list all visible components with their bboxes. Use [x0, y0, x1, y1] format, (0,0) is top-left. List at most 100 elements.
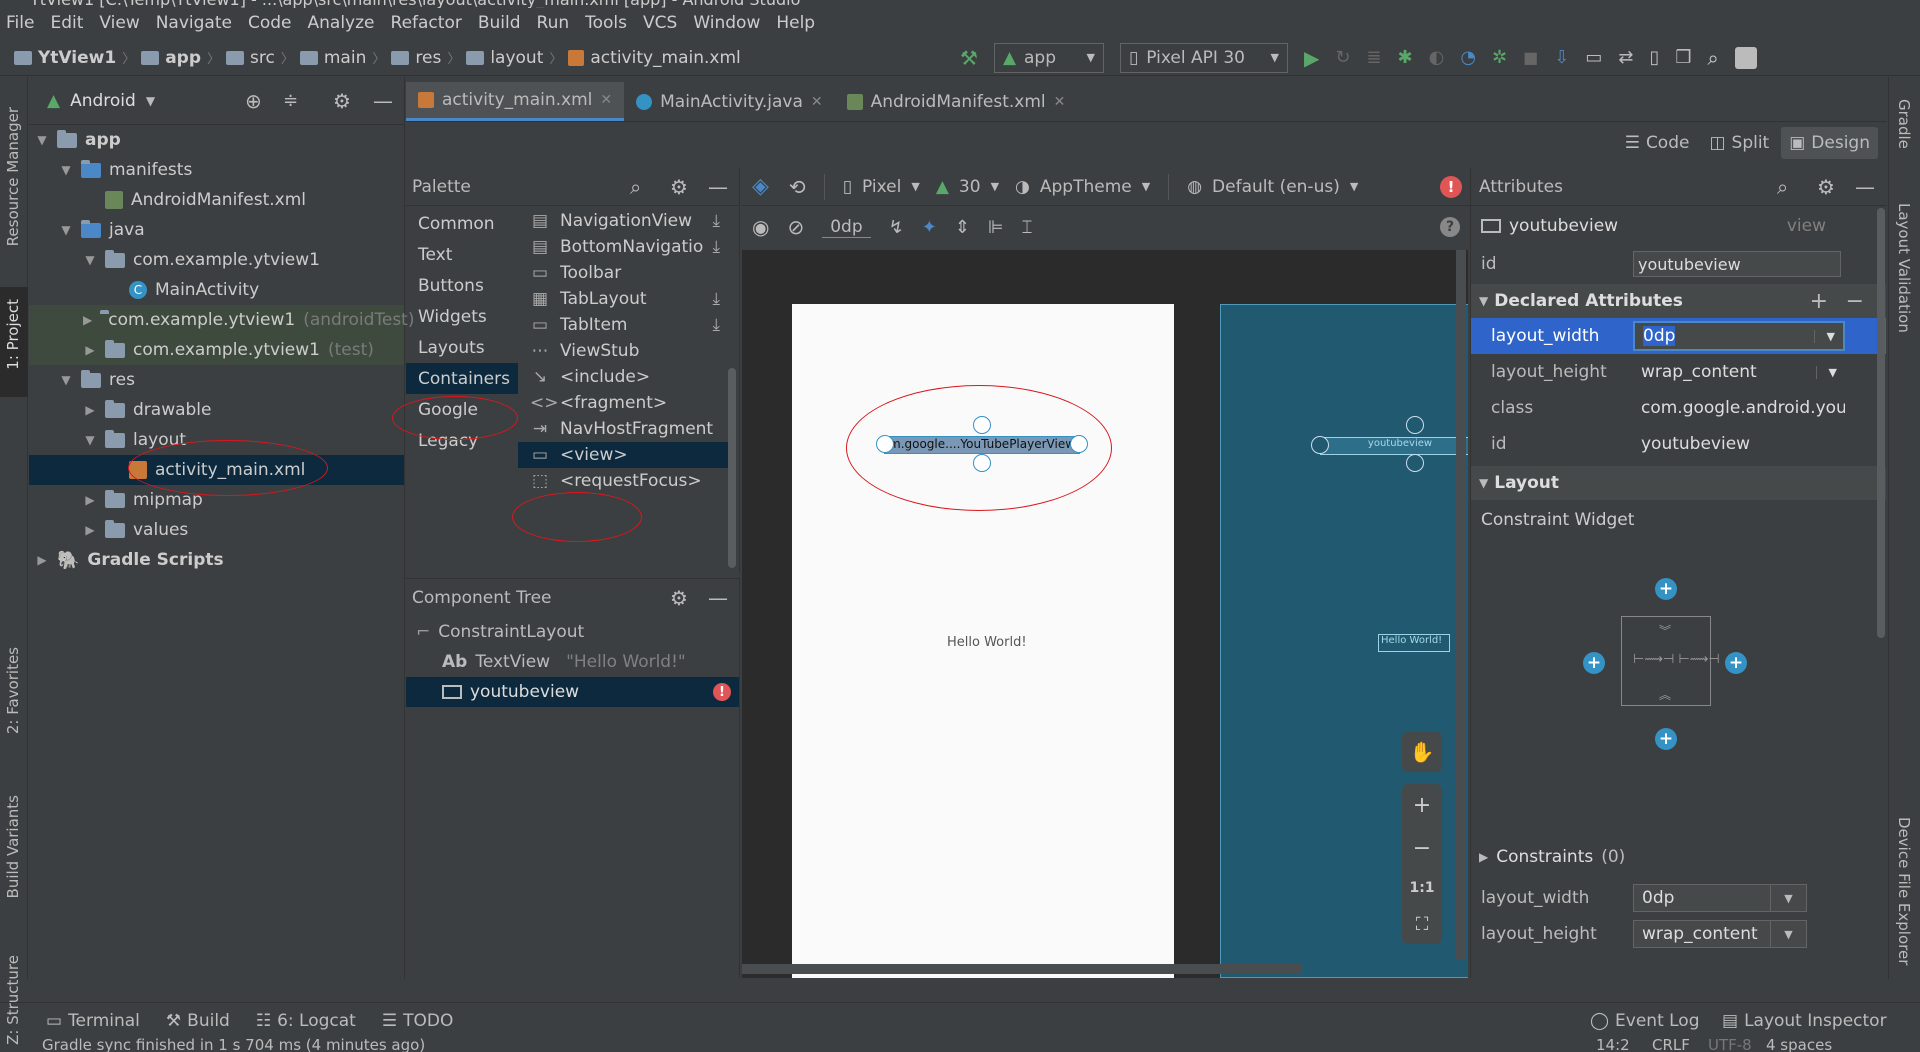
menu-refactor[interactable]: Refactor: [391, 13, 462, 33]
add-right-constraint-icon[interactable]: +: [1725, 652, 1747, 674]
attributes-scrollbar[interactable]: [1877, 208, 1885, 638]
palette-item-include[interactable]: ↘ <include>: [518, 364, 728, 390]
chevron-down-icon[interactable]: ▼: [1815, 365, 1837, 379]
declared-attr-class[interactable]: class com.google.android.youtub: [1471, 390, 1886, 426]
attach-debugger-icon[interactable]: ✲: [1492, 47, 1507, 68]
palette-category-layouts[interactable]: Layouts: [406, 332, 518, 363]
zoom-in-icon[interactable]: +: [1413, 793, 1431, 818]
search-everywhere-icon[interactable]: ⌕: [1708, 46, 1719, 70]
chevron-right-icon[interactable]: ▶: [83, 403, 97, 417]
tree-item-drawable[interactable]: ▶ drawable: [29, 395, 404, 425]
palette-scrollbar[interactable]: [728, 368, 736, 568]
caret-position[interactable]: 14:2: [1596, 1038, 1630, 1052]
id-input[interactable]: [1633, 251, 1841, 277]
menu-code[interactable]: Code: [248, 13, 292, 33]
palette-item-tablayout[interactable]: ▦ TabLayout ⤓: [518, 286, 728, 312]
favorites-tab[interactable]: 2: Favorites: [4, 647, 22, 734]
attr-value[interactable]: youtubeview: [1633, 429, 1845, 459]
palette-item-requestfocus[interactable]: ⬚ <requestFocus>: [518, 468, 728, 494]
tree-youtubeview[interactable]: youtubeview !: [406, 677, 739, 707]
build-variants-tab[interactable]: Build Variants: [4, 795, 22, 898]
device-file-explorer-tab[interactable]: Device File Explorer: [1895, 817, 1913, 965]
add-left-constraint-icon[interactable]: +: [1583, 652, 1605, 674]
download-icon[interactable]: ⤓: [712, 289, 720, 309]
tree-item-values[interactable]: ▶ values: [29, 515, 404, 545]
breadcrumb-item[interactable]: src: [250, 48, 275, 68]
blueprint-handle-bottom[interactable]: [1406, 454, 1424, 472]
attr-value[interactable]: com.google.android.youtub: [1633, 393, 1845, 423]
tree-item-com-example-ytview1[interactable]: ▶ com.example.ytview1 (androidTest): [29, 305, 414, 335]
gear-icon[interactable]: ⚙: [670, 586, 688, 610]
zoom-actual-size[interactable]: 1:1: [1409, 880, 1434, 896]
tree-item-res[interactable]: ▼ res: [29, 365, 404, 395]
close-icon[interactable]: ✕: [1054, 94, 1066, 110]
layout-validation-tab[interactable]: Layout Validation: [1895, 203, 1913, 333]
error-icon[interactable]: !: [1440, 175, 1462, 198]
line-separator[interactable]: CRLF: [1652, 1038, 1690, 1052]
download-icon[interactable]: ⤓: [712, 211, 720, 231]
apply-code-changes-icon[interactable]: ≣: [1366, 47, 1381, 68]
breadcrumb-item[interactable]: main: [324, 48, 366, 68]
debug-icon[interactable]: ✱: [1398, 47, 1413, 68]
chevron-down-icon[interactable]: ▼: [1770, 921, 1806, 947]
gradle-tab[interactable]: Gradle: [1895, 99, 1913, 149]
breadcrumb-item[interactable]: activity_main.xml: [590, 48, 740, 68]
add-bottom-constraint-icon[interactable]: +: [1655, 728, 1677, 750]
layout-section-header[interactable]: ▼ Layout: [1471, 466, 1886, 500]
design-view-button[interactable]: ▣ Design: [1781, 127, 1878, 159]
theme-dropdown[interactable]: AppTheme: [1040, 177, 1132, 197]
palette-item-viewstub[interactable]: ⋯ ViewStub: [518, 338, 728, 364]
device-manager-icon[interactable]: ▯: [1649, 47, 1659, 68]
menu-vcs[interactable]: VCS: [643, 13, 677, 33]
close-icon[interactable]: ✕: [811, 94, 823, 110]
stop-icon[interactable]: ■: [1523, 48, 1538, 67]
gear-icon[interactable]: ⚙: [333, 89, 351, 113]
palette-item-navigationview[interactable]: ▤ NavigationView ⤓: [518, 208, 728, 234]
locale-dropdown[interactable]: Default (en-us): [1212, 177, 1340, 197]
blueprint-handle-top[interactable]: [1406, 416, 1424, 434]
close-icon[interactable]: ✕: [600, 92, 612, 108]
menu-view[interactable]: View: [99, 13, 139, 33]
width-match-icon[interactable]: ⊢⟿⊣ ⊢⟿⊣: [1633, 652, 1720, 667]
add-attribute-icon[interactable]: +: [1810, 289, 1828, 314]
chevron-down-icon[interactable]: ▼: [59, 223, 73, 237]
palette-category-common[interactable]: Common: [406, 208, 518, 239]
error-icon[interactable]: !: [713, 683, 731, 701]
tree-item-androidmanifest-xml[interactable]: AndroidManifest.xml: [29, 185, 404, 215]
editor-tab-androidmanifest-xml[interactable]: AndroidManifest.xml ✕: [835, 82, 1078, 121]
layers-icon[interactable]: ◈: [752, 174, 769, 199]
help-icon[interactable]: ?: [1440, 217, 1460, 237]
search-icon[interactable]: ⌕: [630, 175, 641, 199]
hello-world-text[interactable]: Hello World!: [947, 635, 1027, 650]
declared-attr-layout_height[interactable]: layout_height wrap_content ▼: [1471, 354, 1886, 390]
attr-value[interactable]: 0dp ▼: [1633, 321, 1845, 351]
breadcrumb-item[interactable]: YtView1: [38, 48, 116, 68]
collapse-all-icon[interactable]: ≑: [283, 90, 298, 111]
run-config-select[interactable]: ▲ app ▼: [993, 42, 1104, 73]
blueprint-youtubeview[interactable]: youtubeview: [1320, 437, 1468, 455]
terminal-tab[interactable]: ▭ Terminal: [46, 1011, 140, 1031]
canvas-vscrollbar[interactable]: [1456, 250, 1466, 960]
menu-edit[interactable]: Edit: [50, 13, 83, 33]
file-encoding[interactable]: UTF-8: [1708, 1038, 1752, 1052]
hide-icon[interactable]: —: [708, 175, 728, 199]
attr-combo[interactable]: 0dp ▼: [1633, 884, 1807, 912]
chevron-down-icon[interactable]: ▼: [83, 253, 97, 267]
hide-icon[interactable]: —: [708, 586, 728, 610]
tree-textview[interactable]: Ab TextView "Hello World!": [406, 647, 739, 677]
chevron-down-icon[interactable]: ▼: [83, 433, 97, 447]
attr-combo[interactable]: wrap_content ▼: [1633, 920, 1807, 948]
search-icon[interactable]: ⌕: [1777, 175, 1788, 199]
declared-attr-layout_width[interactable]: layout_width 0dp ▼: [1471, 318, 1886, 354]
zoom-fit-icon[interactable]: ⛶: [1416, 914, 1429, 935]
height-chevrons-bottom-icon[interactable]: ︽: [1659, 686, 1671, 703]
default-margin[interactable]: 0dp: [822, 217, 871, 238]
orientation-icon[interactable]: ⟲: [789, 175, 806, 199]
design-canvas[interactable]: m.google....YouTubePlayerView Hello Worl…: [742, 250, 1468, 978]
hide-icon[interactable]: —: [373, 89, 393, 113]
run-icon[interactable]: ▶: [1304, 46, 1319, 70]
chevron-down-icon[interactable]: ▼: [59, 163, 73, 177]
avd-manager-icon[interactable]: ▭: [1585, 47, 1602, 68]
blueprint-hello[interactable]: Hello World!: [1378, 634, 1450, 652]
chevron-right-icon[interactable]: ▶: [83, 523, 97, 537]
